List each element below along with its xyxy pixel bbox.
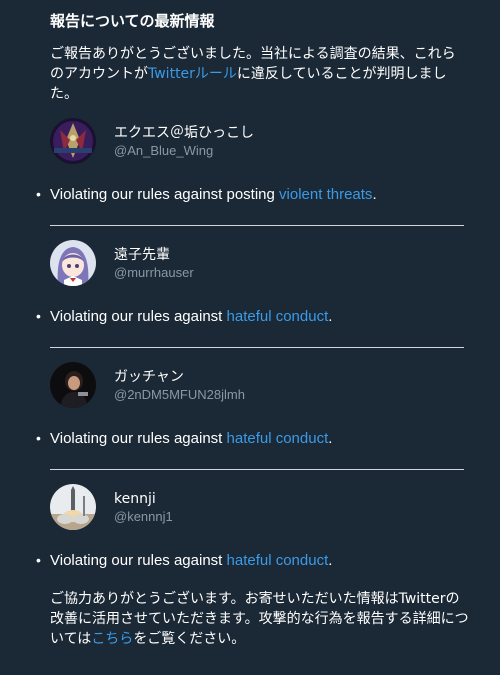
reported-account[interactable]: kennji @kennnj1 — [50, 484, 470, 530]
handle: @An_Blue_Wing — [114, 142, 214, 158]
reported-account[interactable]: 遠子先輩 @murrhauser — [50, 240, 470, 286]
violation-text: Violating our rules against — [50, 308, 223, 325]
violation-suffix: . — [372, 186, 377, 203]
twitter-rules-link[interactable]: Twitterルール — [148, 66, 237, 82]
hateful-conduct-link[interactable]: hateful conduct — [227, 430, 329, 447]
violation-suffix: . — [328, 308, 333, 325]
divider — [50, 347, 464, 348]
report-update-email: 報告についての最新情報 ご報告ありがとうございました。当社による調査の結果、これ… — [0, 0, 500, 675]
violation-text: Violating our rules against — [50, 430, 223, 447]
avatar — [50, 240, 96, 286]
handle: @2nDM5MFUN28jlmh — [114, 386, 245, 402]
reported-account[interactable]: ガッチャン @2nDM5MFUN28jlmh — [50, 362, 470, 408]
violation-item: • Violating our rules against hateful co… — [36, 550, 470, 571]
violation-text: Violating our rules against posting — [50, 186, 275, 203]
handle: @kennnj1 — [114, 508, 173, 524]
violation-suffix: . — [328, 552, 333, 569]
display-name: エクエス＠垢ひっこし — [114, 124, 254, 141]
hateful-conduct-link[interactable]: hateful conduct — [227, 552, 329, 569]
avatar-photo-image — [50, 362, 96, 408]
bullet: • — [36, 308, 41, 324]
bullet: • — [36, 552, 41, 568]
display-name: 遠子先輩 — [114, 246, 170, 263]
display-name: ガッチャン — [114, 368, 184, 385]
violation-suffix: . — [328, 430, 333, 447]
footer-text: ご協力ありがとうございます。お寄せいただいた情報はTwitterの改善に活用させ… — [50, 589, 470, 649]
display-name: kennji — [114, 490, 156, 507]
bullet: • — [36, 430, 41, 446]
avatar-anime-girl-image — [50, 240, 96, 286]
intro-text: ご報告ありがとうございました。当社による調査の結果、これらのアカウントがTwit… — [50, 44, 470, 104]
divider — [50, 469, 464, 470]
avatar — [50, 484, 96, 530]
footer-text-after: をご覧ください。 — [133, 631, 246, 647]
violent-threats-link[interactable]: violent threats — [279, 186, 372, 203]
details-link[interactable]: こちら — [91, 631, 133, 647]
page-title: 報告についての最新情報 — [50, 12, 215, 30]
bullet: • — [36, 186, 41, 202]
avatar — [50, 118, 96, 164]
violation-item: • Violating our rules against posting vi… — [36, 184, 470, 205]
avatar-mecha-image — [50, 118, 96, 164]
reported-account[interactable]: エクエス＠垢ひっこし @An_Blue_Wing — [50, 118, 470, 164]
avatar-rocket-launch-image — [50, 484, 96, 530]
hateful-conduct-link[interactable]: hateful conduct — [227, 308, 329, 325]
avatar — [50, 362, 96, 408]
handle: @murrhauser — [114, 264, 194, 280]
violation-item: • Violating our rules against hateful co… — [36, 306, 470, 327]
violation-item: • Violating our rules against hateful co… — [36, 428, 470, 449]
violation-text: Violating our rules against — [50, 552, 223, 569]
divider — [50, 225, 464, 226]
